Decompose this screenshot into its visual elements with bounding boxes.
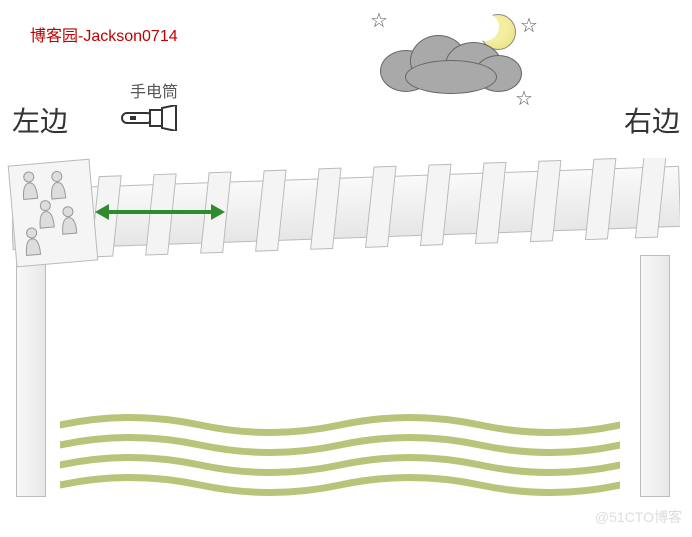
attribution-text: 博客园-Jackson0714 xyxy=(30,22,178,46)
bridge-pillar-right xyxy=(640,255,670,497)
flashlight-label: 手电筒 xyxy=(130,78,178,102)
river-water xyxy=(60,410,620,510)
star-icon: ☆ xyxy=(520,13,538,38)
flashlight-icon xyxy=(120,105,180,136)
cloud-icon xyxy=(380,30,520,90)
watermark-text: @51CTO博客 xyxy=(595,507,682,527)
diagram-stage: 博客园-Jackson0714 手电筒 左边 右边 ☆ ☆ ☆ xyxy=(0,0,692,537)
bridge-pillar-left xyxy=(16,255,46,497)
right-side-label: 右边 xyxy=(624,100,680,140)
double-arrow-icon xyxy=(95,200,225,229)
people-group xyxy=(8,159,99,268)
night-sky: ☆ ☆ ☆ xyxy=(360,8,560,118)
left-side-label: 左边 xyxy=(12,100,68,140)
